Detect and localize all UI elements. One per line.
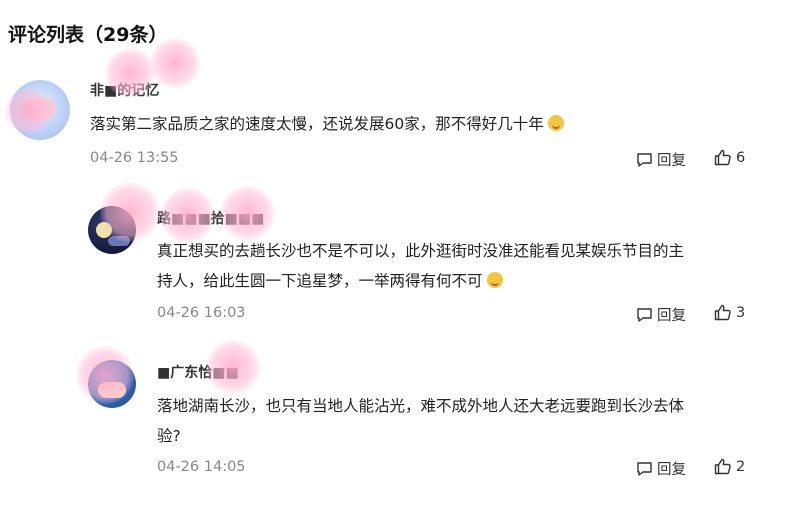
- like-count: 6: [736, 149, 746, 166]
- avatar[interactable]: [88, 206, 136, 254]
- thumbs-up-icon: [714, 458, 731, 475]
- comment-timestamp: 04-26 14:05: [157, 459, 246, 475]
- comment-text-line: 真正想买的去趟长沙也不是不可以，此外逛街时没准还能看见某娱乐节目的主: [157, 242, 685, 260]
- reply-button[interactable]: 回复: [636, 304, 686, 325]
- comment-bubble-icon: [637, 307, 652, 322]
- comment-text: 落实第二家品质之家的速度太慢，还说发展60家，那不得好几十年: [90, 109, 564, 139]
- page-title: 评论列表（29条）: [8, 24, 168, 46]
- comment-bubble-icon: [637, 461, 652, 476]
- comment-text-line: 验?: [157, 427, 181, 445]
- comment-username[interactable]: 非■的记忆: [90, 80, 159, 100]
- comment-text: 落地湖南长沙，也只有当地人能沾光，难不成外地人还大老远要跑到长沙去体 验?: [157, 391, 684, 451]
- reply-button[interactable]: 回复: [636, 458, 686, 479]
- comment-text-line: 落地湖南长沙，也只有当地人能沾光，难不成外地人还大老远要跑到长沙去体: [157, 397, 685, 415]
- like-button[interactable]: 3: [714, 304, 745, 321]
- reply-label: 回复: [657, 153, 686, 169]
- like-button[interactable]: 2: [714, 458, 745, 475]
- avatar[interactable]: [88, 360, 136, 408]
- comment-username[interactable]: ■广东恰■■: [157, 362, 239, 382]
- thumbs-up-icon: [714, 149, 731, 166]
- smiling-emoji-icon: [486, 272, 503, 288]
- comment-timestamp: 04-26 13:55: [90, 150, 179, 166]
- comment-bubble-icon: [637, 152, 652, 167]
- comment-text-line: 持人，给此生圆一下追星梦，一举两得有何不可: [157, 266, 684, 296]
- reply-button[interactable]: 回复: [636, 149, 686, 170]
- thumbs-up-icon: [714, 304, 731, 321]
- avatar[interactable]: [10, 80, 70, 140]
- reply-label: 回复: [657, 462, 686, 478]
- like-count: 2: [736, 458, 746, 475]
- comment-text: 真正想买的去趟长沙也不是不可以，此外逛街时没准还能看见某娱乐节目的主 持人，给此…: [157, 236, 684, 296]
- grinning-sweat-emoji-icon: [547, 115, 564, 131]
- comment-username[interactable]: 路■■■拾■■■: [157, 208, 264, 228]
- comment-text-content: 落实第二家品质之家的速度太慢，还说发展60家，那不得好几十年: [90, 115, 544, 133]
- reply-label: 回复: [657, 308, 686, 324]
- like-count: 3: [736, 304, 746, 321]
- comment-timestamp: 04-26 16:03: [157, 305, 246, 321]
- like-button[interactable]: 6: [714, 149, 745, 166]
